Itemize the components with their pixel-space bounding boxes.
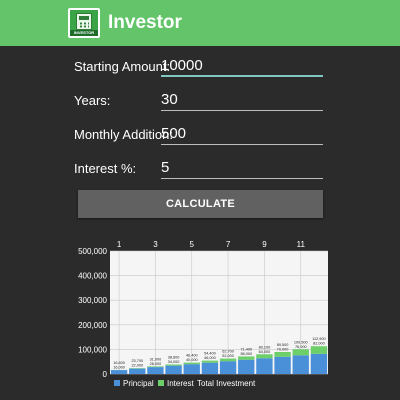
investment-chart: 0 100,000 200,000 300,000 400,000 500,000 1 3 5 7… [70,236,330,394]
bar-principal-label: 22,000 [131,364,143,368]
y-tick-label: 0 [103,370,108,379]
bar-principal [219,361,237,374]
bar-principal-label: 70,000 [277,347,289,351]
y-tick-label: 200,000 [78,321,107,330]
bar-principal-label: 16,000 [113,365,125,369]
bar-principal [129,368,146,374]
bar-principal-label: 40,000 [186,358,198,362]
interest-row: Interest %: [74,155,326,181]
years-input[interactable] [161,87,323,111]
x-tick-label-top: 7 [226,240,231,249]
legend-interest: Interest [167,379,194,388]
bar-principal [183,364,200,374]
bar-total-label: 71,400 [240,347,252,351]
x-tick-label-top: 5 [190,240,195,249]
bar-total-label: 31,000 [150,357,162,361]
x-tick-label-top: 9 [262,240,267,249]
starting-amount-label: Starting Amount: [74,59,171,74]
x-tick-label-top: 11 [297,240,306,249]
bar-principal-label: 58,000 [240,352,252,356]
bar-principal [274,356,291,374]
bar-interest [201,360,219,363]
y-tick-label: 100,000 [78,345,107,354]
calculate-button[interactable]: CALCULATE [78,190,323,218]
bar-principal [165,365,182,374]
app-title: Investor [108,12,182,33]
bar-principal [256,358,273,374]
bar-principal [292,355,309,374]
bar-interest [219,358,237,362]
bar-total-label: 38,600 [168,356,180,360]
bar-interest [165,364,182,366]
bar-total-label: 62,700 [222,350,234,354]
bar-principal [238,359,255,374]
legend-principal: Principal [123,379,154,388]
bar-principal-label: 82,000 [313,342,325,346]
app-bar: INVESTOR Investor [0,0,400,46]
interest-input[interactable] [161,155,323,179]
bar-total-label: 80,100 [259,345,271,349]
bar-principal-label: 64,000 [259,350,271,354]
bar-total-label: 54,400 [204,352,216,356]
years-row: Years: [74,87,326,113]
bar-total-label: 16,600 [113,361,125,365]
bar-principal [201,362,219,374]
bar-principal-label: 76,000 [295,345,307,349]
bar-principal [110,370,128,374]
calculator-icon: INVESTOR [68,8,100,38]
legend-swatch-interest [158,380,164,386]
x-tick-label-top: 3 [153,240,158,249]
bar-total-label: 23,700 [131,359,143,363]
bar-interest [256,354,273,359]
years-label: Years: [74,93,111,108]
bar-principal-label: 52,000 [222,354,234,358]
bar-interest [274,351,291,357]
bar-interest [147,366,164,368]
app-icon-label: INVESTOR [70,30,98,36]
legend-total-investment: Total Investment [197,379,256,388]
bar-principal [147,367,164,374]
chart-svg: 0 100,000 200,000 300,000 400,000 500,000 1 3 5 7… [78,240,328,388]
interest-label: Interest %: [74,161,137,176]
bar-total-label: 112,900 [312,337,325,341]
monthly-addition-label: Monthly Addition: [74,127,174,142]
bar-principal-label: 34,000 [168,360,180,364]
bar-total-label: 89,500 [277,343,289,347]
bar-interest [238,356,255,360]
starting-amount-input[interactable] [161,53,323,77]
bar-total-label: 46,400 [186,354,198,358]
monthly-addition-row: Monthly Addition: [74,121,326,147]
y-tick-label: 300,000 [78,296,107,305]
y-tick-label: 400,000 [78,272,107,281]
y-tick-label: 500,000 [78,247,107,256]
monthly-addition-input[interactable] [161,121,323,145]
bar-principal [310,353,328,374]
bar-total-label: 100,500 [294,340,308,344]
starting-amount-row: Starting Amount: [74,53,326,79]
bar-interest [310,346,328,354]
bar-principal-label: 46,000 [204,356,216,360]
legend-swatch-principal [114,380,120,386]
bar-interest [292,349,309,356]
bar-principal-label: 28,000 [150,362,162,366]
x-tick-label-top: 1 [117,240,122,249]
bar-interest [183,362,200,365]
